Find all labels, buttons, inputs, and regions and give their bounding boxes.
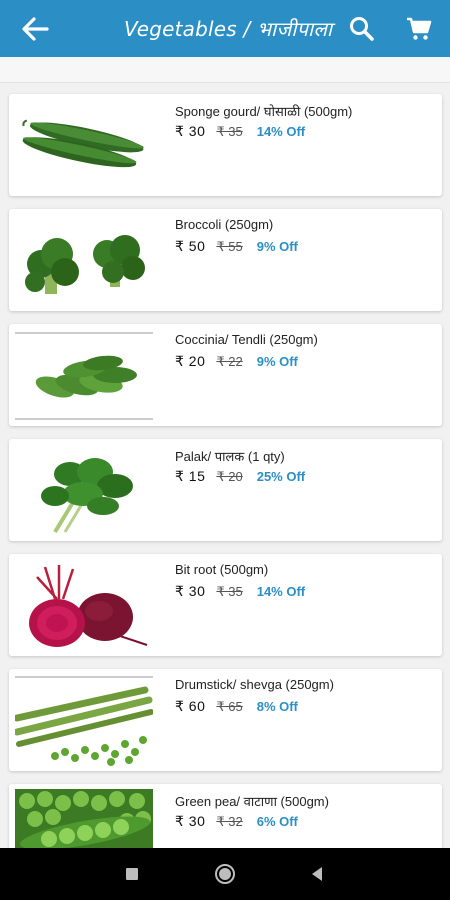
product-name: Bit root (500gm) xyxy=(175,562,269,577)
product-mrp: ₹ 20 xyxy=(216,469,243,484)
recents-button[interactable] xyxy=(118,860,146,888)
broccoli-image xyxy=(25,235,145,294)
cart-icon xyxy=(407,17,432,40)
product-list[interactable]: Sponge gourd/ घोसाळी (500gm) ₹ 30 ₹ 35 1… xyxy=(0,84,450,848)
arrow-left-icon xyxy=(22,16,49,41)
page-title: Vegetables / भाजीपाला xyxy=(124,17,333,41)
product-name: Palak/ पालक (1 qty) xyxy=(175,449,285,464)
discount-badge: 25% Off xyxy=(256,469,306,484)
cart-button[interactable] xyxy=(402,12,436,46)
price-row: ₹ 30 ₹ 32 6% Off xyxy=(175,813,298,830)
product-price: ₹ 60 xyxy=(175,698,206,714)
product-price: ₹ 20 xyxy=(175,353,206,369)
product-price: ₹ 50 xyxy=(175,238,206,254)
drumstick-image xyxy=(15,676,153,766)
search-icon xyxy=(350,17,374,41)
beetroot-image xyxy=(29,565,148,647)
price-row: ₹ 30 ₹ 35 14% Off xyxy=(175,123,305,140)
triangle-back-icon xyxy=(312,867,322,881)
search-button[interactable] xyxy=(345,12,379,46)
price-row: ₹ 60 ₹ 65 8% Off xyxy=(175,698,298,715)
product-card[interactable]: Green pea/ वाटाणा (500gm) ₹ 30 ₹ 32 6% O… xyxy=(9,784,442,848)
product-price: ₹ 15 xyxy=(175,468,206,484)
circle-home-icon xyxy=(215,864,235,884)
product-card[interactable]: Coccinia/ Tendli (250gm) ₹ 20 ₹ 22 9% Of… xyxy=(9,324,442,426)
top-strip xyxy=(0,57,450,83)
product-name: Sponge gourd/ घोसाळी (500gm) xyxy=(175,104,353,119)
product-card[interactable]: Palak/ पालक (1 qty) ₹ 15 ₹ 20 25% Off xyxy=(9,439,442,541)
price-row: ₹ 50 ₹ 55 9% Off xyxy=(175,238,298,255)
product-card[interactable]: Sponge gourd/ घोसाळी (500gm) ₹ 30 ₹ 35 1… xyxy=(9,94,442,196)
app-bar: Vegetables / भाजीपाला xyxy=(0,0,450,57)
product-mrp: ₹ 22 xyxy=(216,354,243,369)
product-price: ₹ 30 xyxy=(175,813,206,829)
product-name: Coccinia/ Tendli (250gm) xyxy=(175,332,318,347)
product-name: Broccoli (250gm) xyxy=(175,217,274,232)
product-price: ₹ 30 xyxy=(175,123,206,139)
sponge-gourd-image xyxy=(22,119,144,168)
spinach-image xyxy=(41,458,133,534)
price-row: ₹ 20 ₹ 22 9% Off xyxy=(175,353,298,370)
discount-badge: 14% Off xyxy=(256,584,306,599)
product-name: Green pea/ वाटाणा (500gm) xyxy=(175,794,329,809)
system-nav-bar xyxy=(0,848,450,900)
back-button[interactable] xyxy=(0,0,70,57)
green-pea-image xyxy=(15,789,153,848)
product-name: Drumstick/ shevga (250gm) xyxy=(175,677,334,692)
system-back-button[interactable] xyxy=(303,860,331,888)
home-button[interactable] xyxy=(211,860,239,888)
discount-badge: 8% Off xyxy=(256,699,298,714)
discount-badge: 9% Off xyxy=(256,239,298,254)
discount-badge: 14% Off xyxy=(256,124,306,139)
discount-badge: 9% Off xyxy=(256,354,298,369)
product-mrp: ₹ 32 xyxy=(216,814,243,829)
square-recents-icon xyxy=(126,868,138,880)
product-card[interactable]: Drumstick/ shevga (250gm) ₹ 60 ₹ 65 8% O… xyxy=(9,669,442,771)
price-row: ₹ 15 ₹ 20 25% Off xyxy=(175,468,305,485)
discount-badge: 6% Off xyxy=(256,814,298,829)
product-mrp: ₹ 35 xyxy=(216,124,243,139)
price-row: ₹ 30 ₹ 35 14% Off xyxy=(175,583,305,600)
tendli-image xyxy=(15,332,153,420)
product-price: ₹ 30 xyxy=(175,583,206,599)
product-mrp: ₹ 65 xyxy=(216,699,243,714)
product-card[interactable]: Broccoli (250gm) ₹ 50 ₹ 55 9% Off xyxy=(9,209,442,311)
product-mrp: ₹ 35 xyxy=(216,584,243,599)
product-mrp: ₹ 55 xyxy=(216,239,243,254)
product-card[interactable]: Bit root (500gm) ₹ 30 ₹ 35 14% Off xyxy=(9,554,442,656)
